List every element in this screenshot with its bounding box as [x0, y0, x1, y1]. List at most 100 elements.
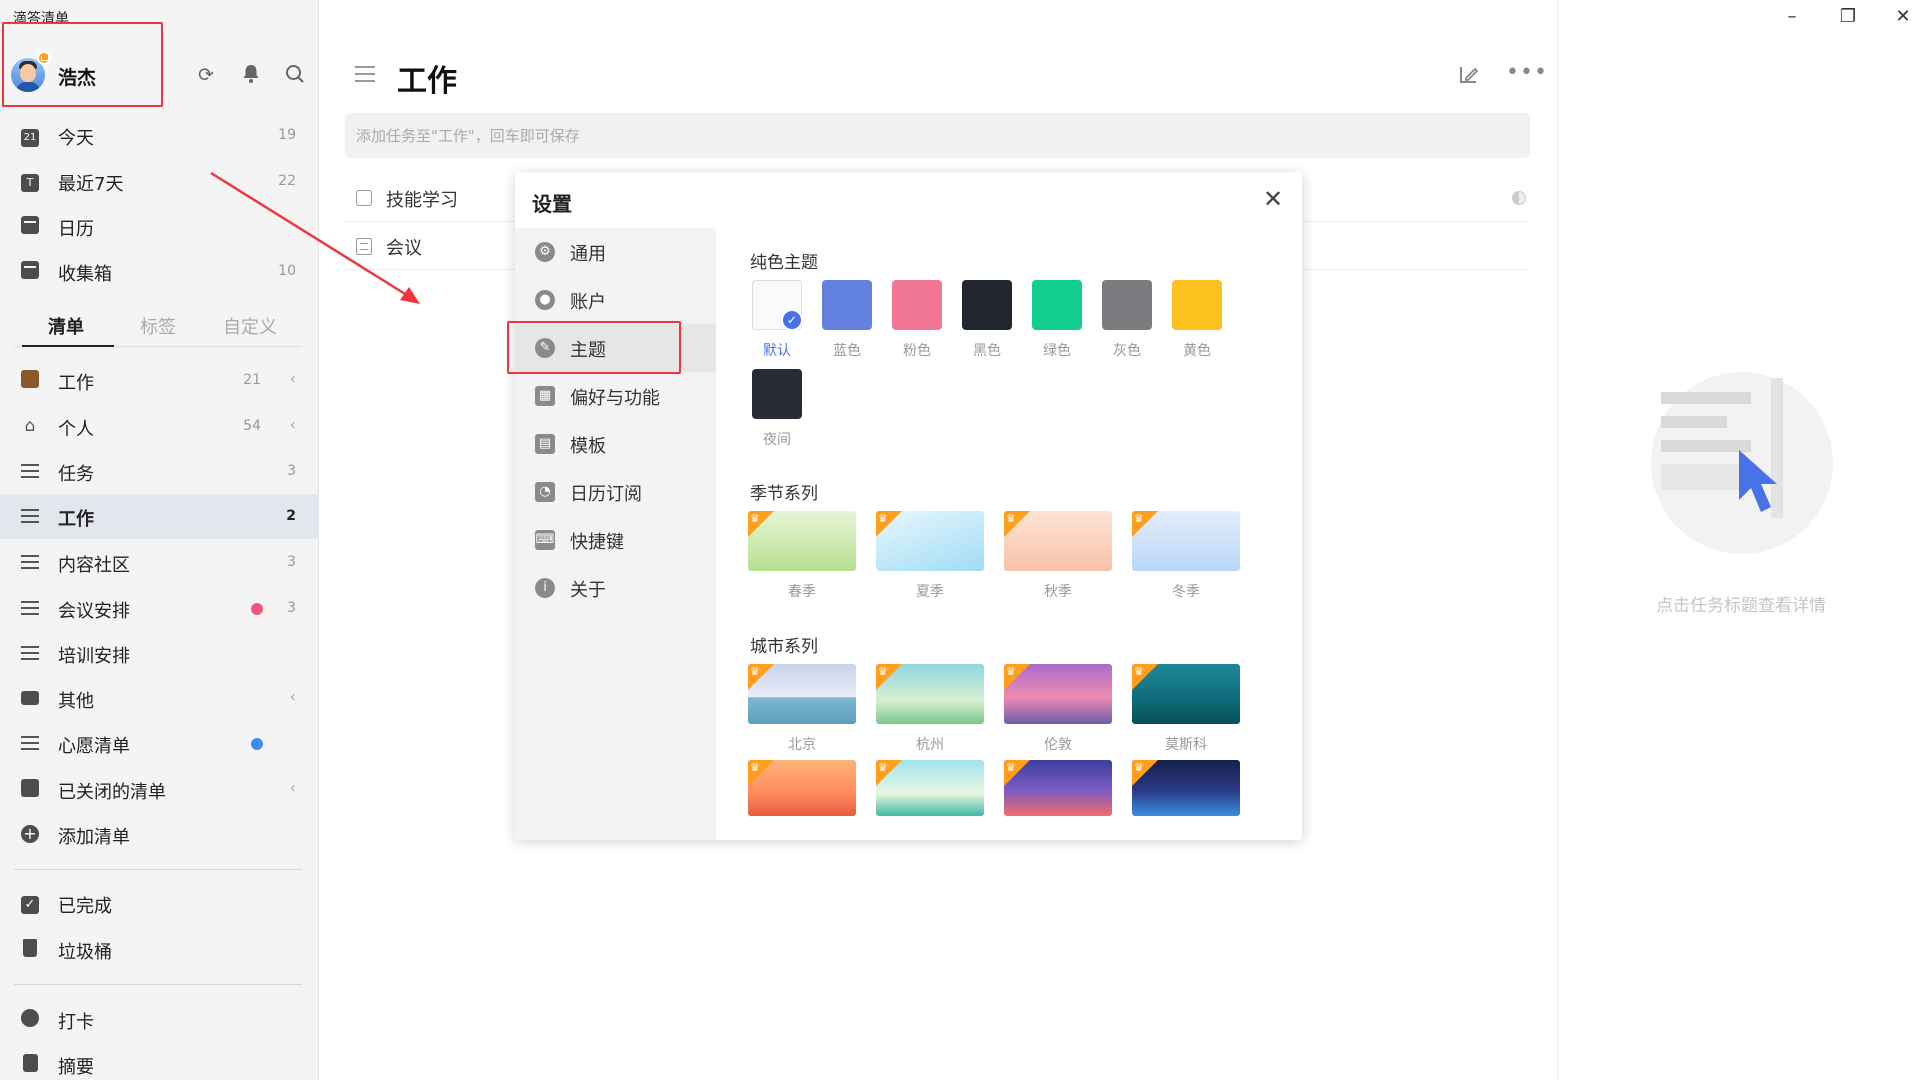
- tab-tags[interactable]: 标签: [140, 313, 176, 339]
- theme-thumbnail[interactable]: [1132, 511, 1240, 571]
- theme-thumbnail[interactable]: [1004, 760, 1112, 816]
- sidebar-item-other[interactable]: 其他 ‹: [0, 676, 319, 721]
- sort-icon[interactable]: [1458, 64, 1480, 91]
- color-dot: [251, 738, 263, 750]
- restore-button[interactable]: ❐: [1833, 6, 1863, 27]
- settings-nav-about[interactable]: i 关于: [515, 564, 716, 612]
- settings-nav-label: 模板: [570, 436, 606, 457]
- section-title-solid: 纯色主题: [750, 253, 818, 273]
- chevron-left-icon[interactable]: ‹: [290, 778, 296, 797]
- theme-swatch[interactable]: [892, 280, 942, 330]
- calendar-week-icon: T: [20, 171, 40, 192]
- settings-nav-general[interactable]: ⚙ 通用: [515, 228, 716, 276]
- sidebar-item-count: 3: [287, 600, 296, 616]
- tab-lists[interactable]: 清单: [48, 313, 84, 339]
- settings-nav-templates[interactable]: ▤ 模板: [515, 420, 716, 468]
- chevron-left-icon[interactable]: ‹: [290, 687, 296, 706]
- theme-thumbnail[interactable]: [876, 664, 984, 724]
- trash-icon: [20, 939, 40, 959]
- sidebar-item-training[interactable]: 培训安排: [0, 631, 319, 676]
- search-icon[interactable]: [284, 64, 306, 86]
- theme-thumbnail[interactable]: [876, 760, 984, 816]
- sidebar-item-meetings[interactable]: 会议安排 3: [0, 586, 319, 631]
- crown-icon: [1004, 760, 1030, 786]
- task-checkbox[interactable]: [356, 190, 372, 206]
- sidebar-item-add-list[interactable]: + 添加清单: [0, 812, 319, 857]
- settings-nav-shortcuts[interactable]: ⌨ 快捷键: [515, 516, 716, 564]
- color-dot: [251, 603, 263, 615]
- list-icon: [20, 598, 40, 618]
- theme-thumbnail[interactable]: [748, 511, 856, 571]
- theme-thumbnail[interactable]: [1132, 760, 1240, 816]
- theme-swatch[interactable]: [962, 280, 1012, 330]
- sidebar-item-tasks[interactable]: 任务 3: [0, 449, 319, 494]
- sidebar-item-label: 会议安排: [58, 601, 130, 622]
- list-icon: [20, 733, 40, 753]
- task-title[interactable]: 技能学习: [386, 186, 458, 212]
- theme-thumbnail[interactable]: [748, 664, 856, 724]
- tab-custom[interactable]: 自定义: [223, 313, 277, 339]
- theme-swatch[interactable]: ✓: [752, 280, 803, 331]
- sidebar-item-label: 收集箱: [58, 264, 112, 285]
- theme-thumbnail-label: 秋季: [1044, 584, 1072, 600]
- sync-icon[interactable]: ⟳: [195, 64, 217, 86]
- chevron-left-icon[interactable]: ‹: [290, 369, 296, 388]
- sidebar-item-trash[interactable]: 垃圾桶: [0, 927, 319, 972]
- sidebar-item-content-community[interactable]: 内容社区 3: [0, 540, 319, 585]
- settings-nav-label: 通用: [570, 244, 606, 265]
- theme-swatch[interactable]: [1172, 280, 1222, 330]
- bell-icon[interactable]: [240, 64, 262, 86]
- theme-swatch[interactable]: [752, 369, 802, 419]
- sidebar-item-completed[interactable]: ✓ 已完成: [0, 881, 319, 926]
- calendar-today-icon: 21: [20, 125, 40, 147]
- theme-thumbnail[interactable]: [1004, 511, 1112, 571]
- crown-icon: [1132, 511, 1158, 537]
- theme-thumbnail[interactable]: [1004, 664, 1112, 724]
- section-title-city: 城市系列: [750, 637, 818, 657]
- theme-swatch-label: 夜间: [763, 432, 791, 448]
- theme-thumbnail-label: 春季: [788, 584, 816, 600]
- sidebar-item-label: 垃圾桶: [58, 942, 112, 963]
- theme-swatch[interactable]: [822, 280, 872, 330]
- settings-nav-calendar-subscription[interactable]: ◔ 日历订阅: [515, 468, 716, 516]
- sidebar-item-next-7-days[interactable]: T 最近7天 22: [0, 159, 319, 204]
- theme-swatch-label: 粉色: [903, 343, 931, 359]
- task-title[interactable]: 会议: [386, 234, 422, 260]
- sidebar-item-label: 其他: [58, 691, 94, 712]
- theme-thumbnail-label: 莫斯科: [1165, 737, 1207, 753]
- theme-thumbnail[interactable]: [876, 511, 984, 571]
- sidebar-item-count: 21: [243, 372, 261, 388]
- sidebar-item-inbox[interactable]: 收集箱 10: [0, 249, 319, 294]
- theme-thumbnail[interactable]: [1132, 664, 1240, 724]
- empty-detail-illustration-icon: [1651, 372, 1833, 554]
- theme-swatch[interactable]: [1102, 280, 1152, 330]
- settings-nav-preferences[interactable]: ▦ 偏好与功能: [515, 372, 716, 420]
- archive-icon: [20, 779, 40, 799]
- sidebar-item-label: 培训安排: [58, 646, 130, 667]
- sidebar: 滴答清单 浩杰 ⟳ 21 今天 19 T 最近7天 22 日历 收集箱 10 清…: [0, 0, 319, 1080]
- sidebar-item-work-folder[interactable]: 工作 21 ‹: [0, 358, 319, 403]
- minimize-button[interactable]: –: [1777, 6, 1807, 27]
- sidebar-item-personal[interactable]: ⌂ 个人 54 ‹: [0, 404, 319, 449]
- sidebar-item-today[interactable]: 21 今天 19: [0, 113, 319, 158]
- sidebar-item-calendar[interactable]: 日历: [0, 204, 319, 249]
- more-icon[interactable]: •••: [1506, 60, 1548, 85]
- sidebar-item-wishlist[interactable]: 心愿清单: [0, 721, 319, 766]
- theme-thumbnail-label: 伦敦: [1044, 737, 1072, 753]
- sidebar-item-closed-lists[interactable]: 已关闭的清单 ‹: [0, 767, 319, 812]
- close-icon[interactable]: ✕: [1260, 186, 1286, 212]
- sidebar-item-habit[interactable]: 打卡: [0, 997, 319, 1042]
- chevron-left-icon[interactable]: ‹: [290, 415, 296, 434]
- sidebar-item-summary[interactable]: 摘要: [0, 1042, 319, 1080]
- theme-thumbnail[interactable]: [748, 760, 856, 816]
- settings-nav-account[interactable]: ● 账户: [515, 276, 716, 324]
- sidebar-item-work[interactable]: 工作 2: [0, 494, 319, 539]
- close-window-button[interactable]: ✕: [1888, 6, 1918, 27]
- home-icon: ⌂: [24, 416, 36, 436]
- user-icon: ●: [535, 290, 555, 310]
- user-highlight-box: [2, 22, 163, 107]
- menu-toggle-icon[interactable]: [355, 66, 375, 82]
- theme-swatch[interactable]: [1032, 280, 1082, 330]
- sidebar-item-label: 任务: [58, 464, 94, 485]
- add-task-input[interactable]: [345, 113, 1530, 158]
